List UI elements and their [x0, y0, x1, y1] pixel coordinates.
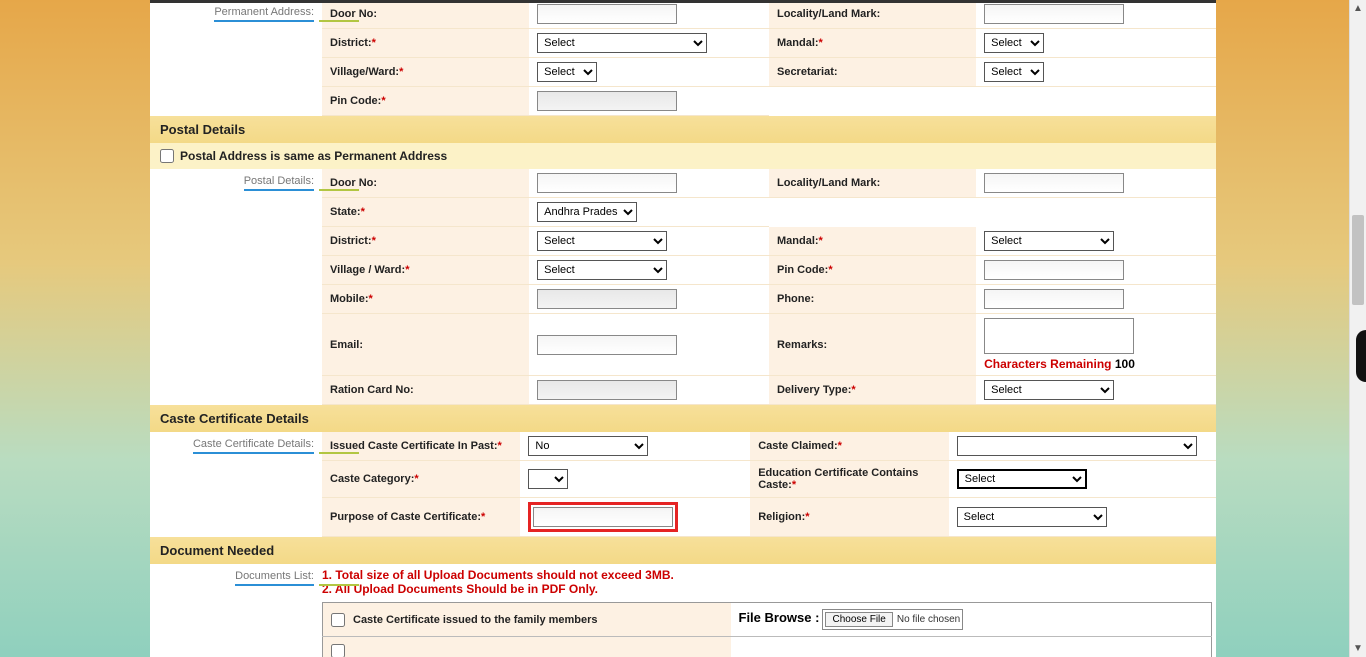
documents-table: Caste Certificate issued to the family m… — [322, 602, 1212, 657]
doc-note-1: 1. Total size of all Upload Documents sh… — [322, 568, 1216, 582]
doc2-label — [353, 645, 356, 657]
caste-category-select[interactable] — [528, 469, 568, 489]
issued-past-select[interactable]: No — [528, 436, 648, 456]
caste-legend: Caste Certificate Details: — [150, 432, 322, 537]
page-background: Permanent Address: Door No: Locality/Lan… — [0, 0, 1366, 657]
postal-locality-input[interactable] — [984, 173, 1124, 193]
edu-contains-label: Education Certificate Contains Caste:* — [758, 467, 918, 491]
doc1-label: Caste Certificate issued to the family m… — [353, 614, 598, 626]
postal-door-no-input[interactable] — [537, 173, 677, 193]
file-browse-label-2 — [739, 643, 743, 657]
purpose-highlight-box — [528, 502, 678, 532]
postal-mandal-select[interactable]: Select — [984, 231, 1114, 251]
village-ward-select[interactable]: Select — [537, 62, 597, 82]
delivery-type-select[interactable]: Select — [984, 380, 1114, 400]
chars-remaining-label: Characters Remaining 100 — [984, 357, 1135, 371]
district-select[interactable]: Select — [537, 33, 707, 53]
top-accent-bar — [150, 0, 1216, 3]
purpose-label: Purpose of Caste Certificate:* — [330, 511, 485, 523]
postal-mobile-label: Mobile:* — [330, 293, 373, 305]
delivery-type-label: Delivery Type:* — [777, 384, 856, 396]
postal-state-select[interactable]: Andhra Pradesh — [537, 202, 637, 222]
form-page: Permanent Address: Door No: Locality/Lan… — [150, 0, 1216, 657]
village-ward-label: Village/Ward:* — [330, 66, 403, 78]
postal-remarks-label: Remarks: — [777, 339, 827, 351]
postal-state-label: State:* — [330, 206, 365, 218]
issued-past-label: Issued Caste Certificate In Past:* — [330, 440, 502, 452]
postal-mobile-input[interactable] — [537, 289, 677, 309]
file-input-wrapper[interactable]: Choose File No file chosen — [822, 609, 963, 630]
caste-table: Issued Caste Certificate In Past:* No Ca… — [322, 432, 1216, 537]
pin-code-label: Pin Code:* — [330, 95, 386, 107]
postal-legend: Postal Details: — [150, 169, 322, 405]
ration-card-input[interactable] — [537, 380, 677, 400]
mandal-select[interactable]: Select — [984, 33, 1044, 53]
mandal-label: Mandal:* — [777, 37, 823, 49]
caste-details-header: Caste Certificate Details — [150, 405, 1216, 432]
postal-same-label: Postal Address is same as Permanent Addr… — [180, 149, 447, 163]
permanent-address-section: Permanent Address: Door No: Locality/Lan… — [150, 0, 1216, 116]
postal-district-select[interactable]: Select — [537, 231, 667, 251]
ration-card-label: Ration Card No: — [330, 384, 414, 396]
postal-village-ward-label: Village / Ward:* — [330, 264, 409, 276]
postal-phone-label: Phone: — [777, 293, 814, 305]
postal-pin-code-input[interactable] — [984, 260, 1124, 280]
caste-claimed-select[interactable] — [957, 436, 1197, 456]
doc-note-2: 2. All Upload Documents Should be in PDF… — [322, 582, 1216, 596]
postal-table: Door No: Locality/Land Mark: State:* And… — [322, 169, 1216, 405]
postal-same-as-row: Postal Address is same as Permanent Addr… — [150, 143, 1216, 169]
page-scrollbar[interactable]: ▲ ▼ — [1349, 0, 1366, 657]
pin-code-input[interactable] — [537, 91, 677, 111]
file-browse-label: File Browse : — [739, 610, 820, 625]
postal-details-section: Postal Details: Door No: Locality/Land M… — [150, 169, 1216, 405]
scroll-up-button[interactable]: ▲ — [1350, 0, 1366, 17]
caste-claimed-label: Caste Claimed:* — [758, 440, 842, 452]
permanent-address-table: Door No: Locality/Land Mark: District:* … — [322, 0, 1216, 116]
scroll-down-button[interactable]: ▼ — [1350, 640, 1366, 657]
no-file-chosen-text: No file chosen — [897, 614, 960, 625]
door-no-label: Door No: — [330, 8, 377, 20]
postal-mandal-label: Mandal:* — [777, 235, 823, 247]
caste-details-section: Caste Certificate Details: Issued Caste … — [150, 432, 1216, 537]
postal-same-checkbox[interactable] — [160, 149, 174, 163]
documents-list-legend: Documents List: — [150, 564, 322, 657]
purpose-input[interactable] — [533, 507, 673, 527]
postal-remarks-textarea[interactable] — [984, 318, 1134, 354]
doc1-row: Caste Certificate issued to the family m… — [331, 613, 723, 627]
religion-label: Religion:* — [758, 511, 809, 523]
postal-details-header: Postal Details — [150, 116, 1216, 143]
postal-district-label: District:* — [330, 235, 376, 247]
document-notes: 1. Total size of all Upload Documents sh… — [322, 564, 1216, 602]
postal-phone-input[interactable] — [984, 289, 1124, 309]
side-drawer-tab[interactable] — [1356, 330, 1366, 382]
doc2-row — [331, 644, 723, 657]
documents-list-row: Documents List: 1. Total size of all Upl… — [150, 564, 1216, 657]
postal-email-label: Email: — [330, 339, 363, 351]
doc2-checkbox[interactable] — [331, 644, 345, 657]
postal-pin-code-label: Pin Code:* — [777, 264, 833, 276]
scroll-thumb[interactable] — [1352, 215, 1364, 305]
document-needed-header: Document Needed — [150, 537, 1216, 564]
choose-file-button[interactable]: Choose File — [825, 612, 892, 627]
permanent-address-legend: Permanent Address: — [150, 0, 322, 116]
doc1-checkbox[interactable] — [331, 613, 345, 627]
postal-village-ward-select[interactable]: Select — [537, 260, 667, 280]
postal-locality-label: Locality/Land Mark: — [777, 177, 880, 189]
locality-label: Locality/Land Mark: — [777, 8, 880, 20]
secretariat-label: Secretariat: — [777, 66, 838, 78]
caste-category-label: Caste Category:* — [330, 473, 419, 485]
religion-select[interactable]: Select — [957, 507, 1107, 527]
door-no-input[interactable] — [537, 4, 677, 24]
district-label: District:* — [330, 37, 376, 49]
locality-input[interactable] — [984, 4, 1124, 24]
edu-contains-select[interactable]: Select — [957, 469, 1087, 489]
postal-door-no-label: Door No: — [330, 177, 377, 189]
secretariat-select[interactable]: Select — [984, 62, 1044, 82]
postal-email-input[interactable] — [537, 335, 677, 355]
